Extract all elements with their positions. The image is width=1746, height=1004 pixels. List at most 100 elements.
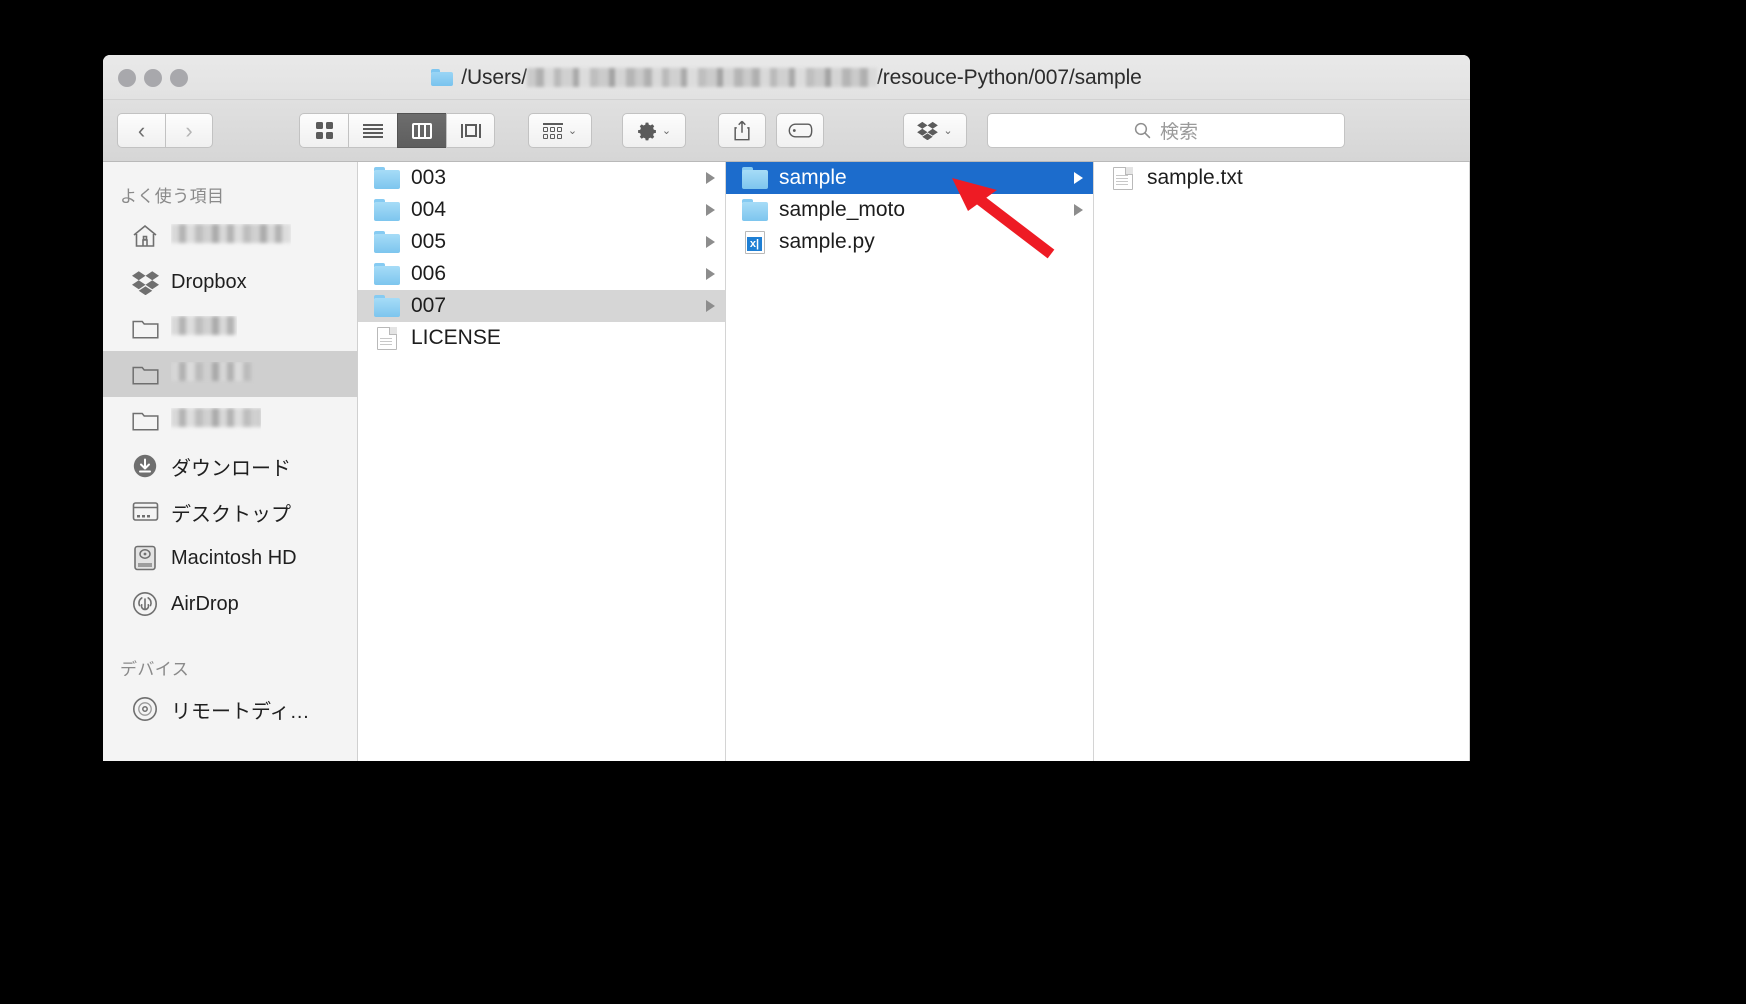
item-name: LICENSE xyxy=(411,326,501,349)
arrange-button[interactable]: ⌄ xyxy=(528,113,592,148)
sidebar-item-macintosh-hd[interactable]: Macintosh HD xyxy=(103,535,357,581)
finder-toolbar: ‹ › ⌄ ⌄ ⌄ 検索 xyxy=(103,100,1470,162)
search-placeholder: 検索 xyxy=(1159,122,1198,143)
sidebar[interactable]: よく使う項目 Dropbox ダウンロード デスクトップ Macintosh H… xyxy=(103,162,358,761)
python-file-icon: x| xyxy=(742,231,768,254)
screen: /Users/ /resouce-Python/007/sample ‹ › ⌄ … xyxy=(0,0,1746,1004)
table-row[interactable]: sample_moto xyxy=(726,194,1093,226)
finder-window: /Users/ /resouce-Python/007/sample ‹ › ⌄ … xyxy=(103,55,1470,761)
sidebar-section-shared-header: 共有 xyxy=(103,754,357,761)
window-title: /Users/ /resouce-Python/007/sample xyxy=(103,55,1470,100)
finder-column-1[interactable]: 003 004 005 006 007 LICENSE xyxy=(358,162,726,761)
icon-view-button[interactable] xyxy=(299,113,348,148)
document-icon xyxy=(374,327,400,350)
folder-icon xyxy=(374,295,400,317)
item-name: sample xyxy=(779,166,847,189)
search-input[interactable]: 検索 xyxy=(987,113,1345,148)
chevron-down-icon: ⌄ xyxy=(567,125,578,137)
sidebar-item-folder-2[interactable] xyxy=(103,351,357,397)
sidebar-item-label: リモートディ… xyxy=(171,700,310,723)
sidebar-item-label: デスクトップ xyxy=(171,503,291,526)
column-view-button[interactable] xyxy=(397,113,446,148)
action-menu-button[interactable]: ⌄ xyxy=(622,113,686,148)
folder-icon xyxy=(374,263,400,285)
table-row[interactable]: x| sample.py xyxy=(726,226,1093,258)
sidebar-item-label: Dropbox xyxy=(171,270,247,293)
download-icon xyxy=(131,452,159,480)
table-row[interactable]: 005 xyxy=(358,226,725,258)
disclosure-triangle-icon xyxy=(706,300,715,312)
redacted-username xyxy=(527,68,878,87)
title-path-prefix: /Users/ xyxy=(461,65,528,89)
sidebar-divider xyxy=(103,732,357,754)
finder-column-2[interactable]: sample sample_moto x| sample.py xyxy=(726,162,1094,761)
table-row[interactable]: 006 xyxy=(358,258,725,290)
column-icon xyxy=(412,122,432,139)
sidebar-item-folder-3[interactable] xyxy=(103,397,357,443)
sidebar-item-label: Macintosh HD xyxy=(171,546,297,569)
window-titlebar[interactable]: /Users/ /resouce-Python/007/sample xyxy=(103,55,1470,100)
list-icon xyxy=(363,123,383,138)
sidebar-item-dropbox[interactable]: Dropbox xyxy=(103,259,357,305)
item-name: sample.txt xyxy=(1147,166,1243,189)
finder-content: よく使う項目 Dropbox ダウンロード デスクトップ Macintosh H… xyxy=(103,162,1470,761)
sidebar-divider xyxy=(103,627,357,649)
sidebar-item-folder-1[interactable] xyxy=(103,305,357,351)
folder-icon xyxy=(131,314,159,342)
sidebar-item-label xyxy=(171,361,255,387)
dropbox-icon xyxy=(131,268,159,296)
folder-icon xyxy=(131,360,159,388)
share-button[interactable] xyxy=(718,113,766,148)
sidebar-item-label xyxy=(171,315,237,341)
table-row[interactable]: 004 xyxy=(358,194,725,226)
item-name: sample.py xyxy=(779,230,875,253)
sidebar-item-label: AirDrop xyxy=(171,592,239,615)
dropbox-button[interactable]: ⌄ xyxy=(903,113,967,148)
zoom-button[interactable] xyxy=(170,69,188,87)
folder-icon xyxy=(374,199,400,221)
table-row-selected[interactable]: 007 xyxy=(358,290,725,322)
text-file-icon xyxy=(1110,167,1136,190)
chevron-right-icon: › xyxy=(185,117,193,143)
item-name: 003 xyxy=(411,166,447,189)
list-view-button[interactable] xyxy=(348,113,397,148)
minimize-button[interactable] xyxy=(144,69,162,87)
sidebar-item-downloads[interactable]: ダウンロード xyxy=(103,443,357,489)
table-row[interactable]: LICENSE xyxy=(358,322,725,354)
folder-icon xyxy=(374,231,400,253)
disclosure-triangle-icon xyxy=(706,268,715,280)
search-icon xyxy=(1134,122,1151,139)
table-row[interactable]: 003 xyxy=(358,162,725,194)
tags-button[interactable] xyxy=(776,113,824,148)
sidebar-item-airdrop[interactable]: AirDrop xyxy=(103,581,357,627)
tag-icon xyxy=(788,123,812,138)
gallery-view-button[interactable] xyxy=(446,113,495,148)
table-row[interactable]: sample.txt xyxy=(1094,162,1469,194)
chevron-left-icon: ‹ xyxy=(137,117,146,143)
disclosure-triangle-icon xyxy=(706,236,715,248)
title-path-suffix: /resouce-Python/007/sample xyxy=(877,65,1142,89)
table-row-selected[interactable]: sample xyxy=(726,162,1093,194)
folder-icon xyxy=(431,69,454,86)
close-button[interactable] xyxy=(118,69,136,87)
sidebar-item-home[interactable] xyxy=(103,213,357,259)
finder-column-3[interactable]: sample.txt xyxy=(1094,162,1470,761)
folder-icon xyxy=(131,406,159,434)
airdrop-icon xyxy=(131,590,159,618)
dropbox-icon xyxy=(917,121,939,140)
column-browser: 003 004 005 006 007 LICENSE sample sampl… xyxy=(358,162,1470,761)
arrange-icon xyxy=(542,122,563,139)
sidebar-item-remote-disc[interactable]: リモートディ… xyxy=(103,686,357,732)
disc-icon xyxy=(131,695,159,723)
back-button[interactable]: ‹ xyxy=(117,113,165,148)
disclosure-triangle-icon xyxy=(706,204,715,216)
item-name: 007 xyxy=(411,294,447,317)
sidebar-section-favorites-header: よく使う項目 xyxy=(120,187,225,206)
sidebar-item-desktop[interactable]: デスクトップ xyxy=(103,489,357,535)
gear-icon xyxy=(637,122,656,140)
sidebar-item-label xyxy=(171,407,261,433)
forward-button[interactable]: › xyxy=(165,113,213,148)
disclosure-triangle-icon xyxy=(706,172,715,184)
desktop-icon xyxy=(131,498,159,526)
traffic-light-group xyxy=(118,69,188,87)
